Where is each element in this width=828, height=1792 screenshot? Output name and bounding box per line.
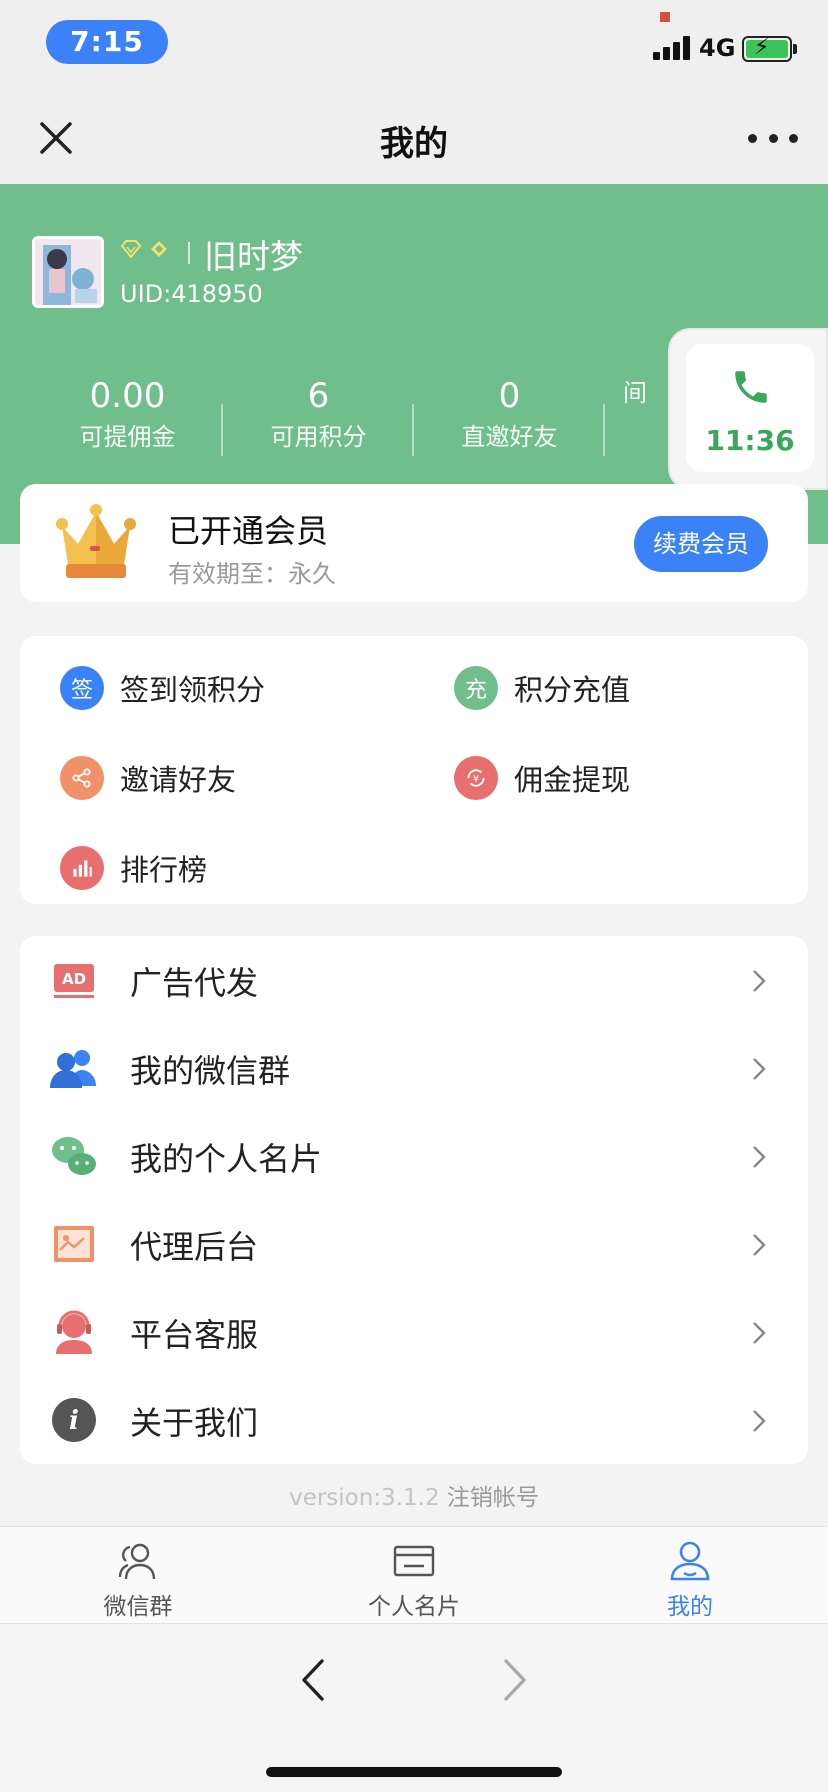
member-status: 已开通会员 [168,512,329,550]
user-uid: UID:418950 [120,280,263,308]
tab-wechat-groups[interactable]: 微信群 [0,1527,276,1625]
stat-label: 直邀好友 [461,423,558,451]
menu-item-wechat-groups[interactable]: 我的微信群 [20,1024,808,1112]
cancel-account-link[interactable]: 注销帐号 [447,1485,539,1511]
browser-toolbar [0,1625,828,1792]
forward-arrow-icon[interactable] [496,1655,532,1705]
avatar[interactable] [32,236,104,308]
quick-action-label: 排行榜 [120,853,208,887]
quick-action-label: 邀请好友 [120,763,237,797]
quick-action-checkin[interactable]: 签 签到领积分 [60,658,265,718]
menu-item-agent-backend[interactable]: 代理后台 [20,1200,808,1288]
vip-badge-icon [151,241,167,257]
menu-label: 代理后台 [130,1228,259,1266]
tab-bar: 微信群 个人名片 我的 [0,1526,828,1624]
agent-icon [54,1226,94,1262]
quick-actions-card: 签 签到领积分 充 积分充值 邀请好友 ¥ 佣金提现 排行榜 [20,636,808,904]
nav-bar: 我的 [0,92,828,184]
version-text: version:3.1.2 [289,1485,440,1511]
wechat-icon [52,1137,96,1175]
status-time[interactable]: 7:15 [46,20,168,64]
menu-list: AD 广告代发 我的微信群 我的个人名片 代理后台 平台客服 i 关于我们 [20,936,808,1464]
svg-text:AD: AD [62,970,86,988]
stat-commission[interactable]: 0.00 可提佣金 [32,374,223,456]
badge-icons [120,240,170,258]
withdraw-icon: ¥ [454,756,498,800]
chevron-right-icon [753,1146,766,1168]
crown-icon [56,504,136,578]
chevron-right-icon [753,1234,766,1256]
quick-action-invite[interactable]: 邀请好友 [60,748,236,808]
tab-business-card[interactable]: 个人名片 [276,1527,552,1625]
quick-action-label: 签到领积分 [120,673,266,707]
chevron-right-icon [753,1410,766,1432]
chevron-right-icon [753,1058,766,1080]
more-icon[interactable] [748,118,798,158]
battery-tip [793,44,797,54]
tab-label: 个人名片 [368,1594,460,1620]
menu-label: 广告代发 [130,964,259,1002]
quick-action-ranking[interactable]: 排行榜 [60,838,207,898]
menu-label: 关于我们 [130,1404,259,1442]
stat-label: 可提佣金 [79,423,176,451]
quick-action-label: 积分充值 [514,673,631,707]
menu-item-business-card[interactable]: 我的个人名片 [20,1112,808,1200]
stat-points[interactable]: 6 可用积分 [223,374,414,456]
version-footer: version:3.1.2 注销帐号 [0,1478,828,1512]
quick-action-label: 佣金提现 [514,763,631,797]
share-icon [60,756,104,800]
call-card: 11:36 [686,344,814,472]
home-indicator[interactable] [266,1767,562,1777]
call-duration: 11:36 [705,424,795,457]
recording-indicator-icon [660,12,670,22]
page-title: 我的 [380,124,448,164]
name-divider [188,242,190,264]
renew-membership-button[interactable]: 续费会员 [634,516,768,572]
stat-label: 可用积分 [270,423,367,451]
menu-label: 我的微信群 [130,1052,291,1090]
stat-value: 0 [498,376,521,416]
user-name: 旧时梦 [204,237,303,276]
menu-item-ad[interactable]: AD 广告代发 [20,936,808,1024]
menu-item-customer-service[interactable]: 平台客服 [20,1288,808,1376]
user-icon [670,1541,710,1581]
chevron-right-icon [753,970,766,992]
groups-icon [118,1543,156,1580]
menu-label: 我的个人名片 [130,1140,323,1178]
battery-icon: ⚡ [742,35,792,62]
signal-icon [653,36,691,60]
svg-text:i: i [69,1406,79,1436]
quick-action-withdraw[interactable]: ¥ 佣金提现 [454,748,630,808]
status-bar: 7:15 4G ⚡ [0,0,828,92]
checkin-icon: 签 [60,666,104,710]
network-label: 4G [699,34,736,62]
tab-mine[interactable]: 我的 [552,1527,828,1625]
member-card: 已开通会员 有效期至：永久 续费会员 [20,484,808,602]
tab-label: 微信群 [103,1594,173,1620]
support-icon [56,1310,92,1354]
quick-action-recharge[interactable]: 充 积分充值 [454,658,630,718]
member-validity: 有效期至：永久 [168,560,336,588]
stat-invites[interactable]: 0 直邀好友 [414,374,605,456]
info-icon: i [52,1398,96,1442]
stat-value: 0.00 [89,376,166,416]
ad-icon: AD [54,964,94,998]
chevron-right-icon [753,1322,766,1344]
card-icon [393,1545,435,1577]
menu-item-about-us[interactable]: i 关于我们 [20,1376,808,1464]
call-widget[interactable]: 11:36 [668,328,828,490]
recharge-icon: 充 [454,666,498,710]
back-arrow-icon[interactable] [296,1655,332,1705]
phone-icon [735,371,767,403]
stat-value: 6 [307,376,330,416]
page: 7:15 4G ⚡ 我的 旧时梦 UID:418950 0.00 可提佣金 6 … [0,0,828,1792]
ranking-icon [60,846,104,890]
menu-label: 平台客服 [130,1316,259,1354]
tab-label: 我的 [667,1594,713,1620]
diamond-badge-icon [120,240,142,258]
group-icon [50,1050,96,1088]
svg-text:¥: ¥ [473,774,479,785]
